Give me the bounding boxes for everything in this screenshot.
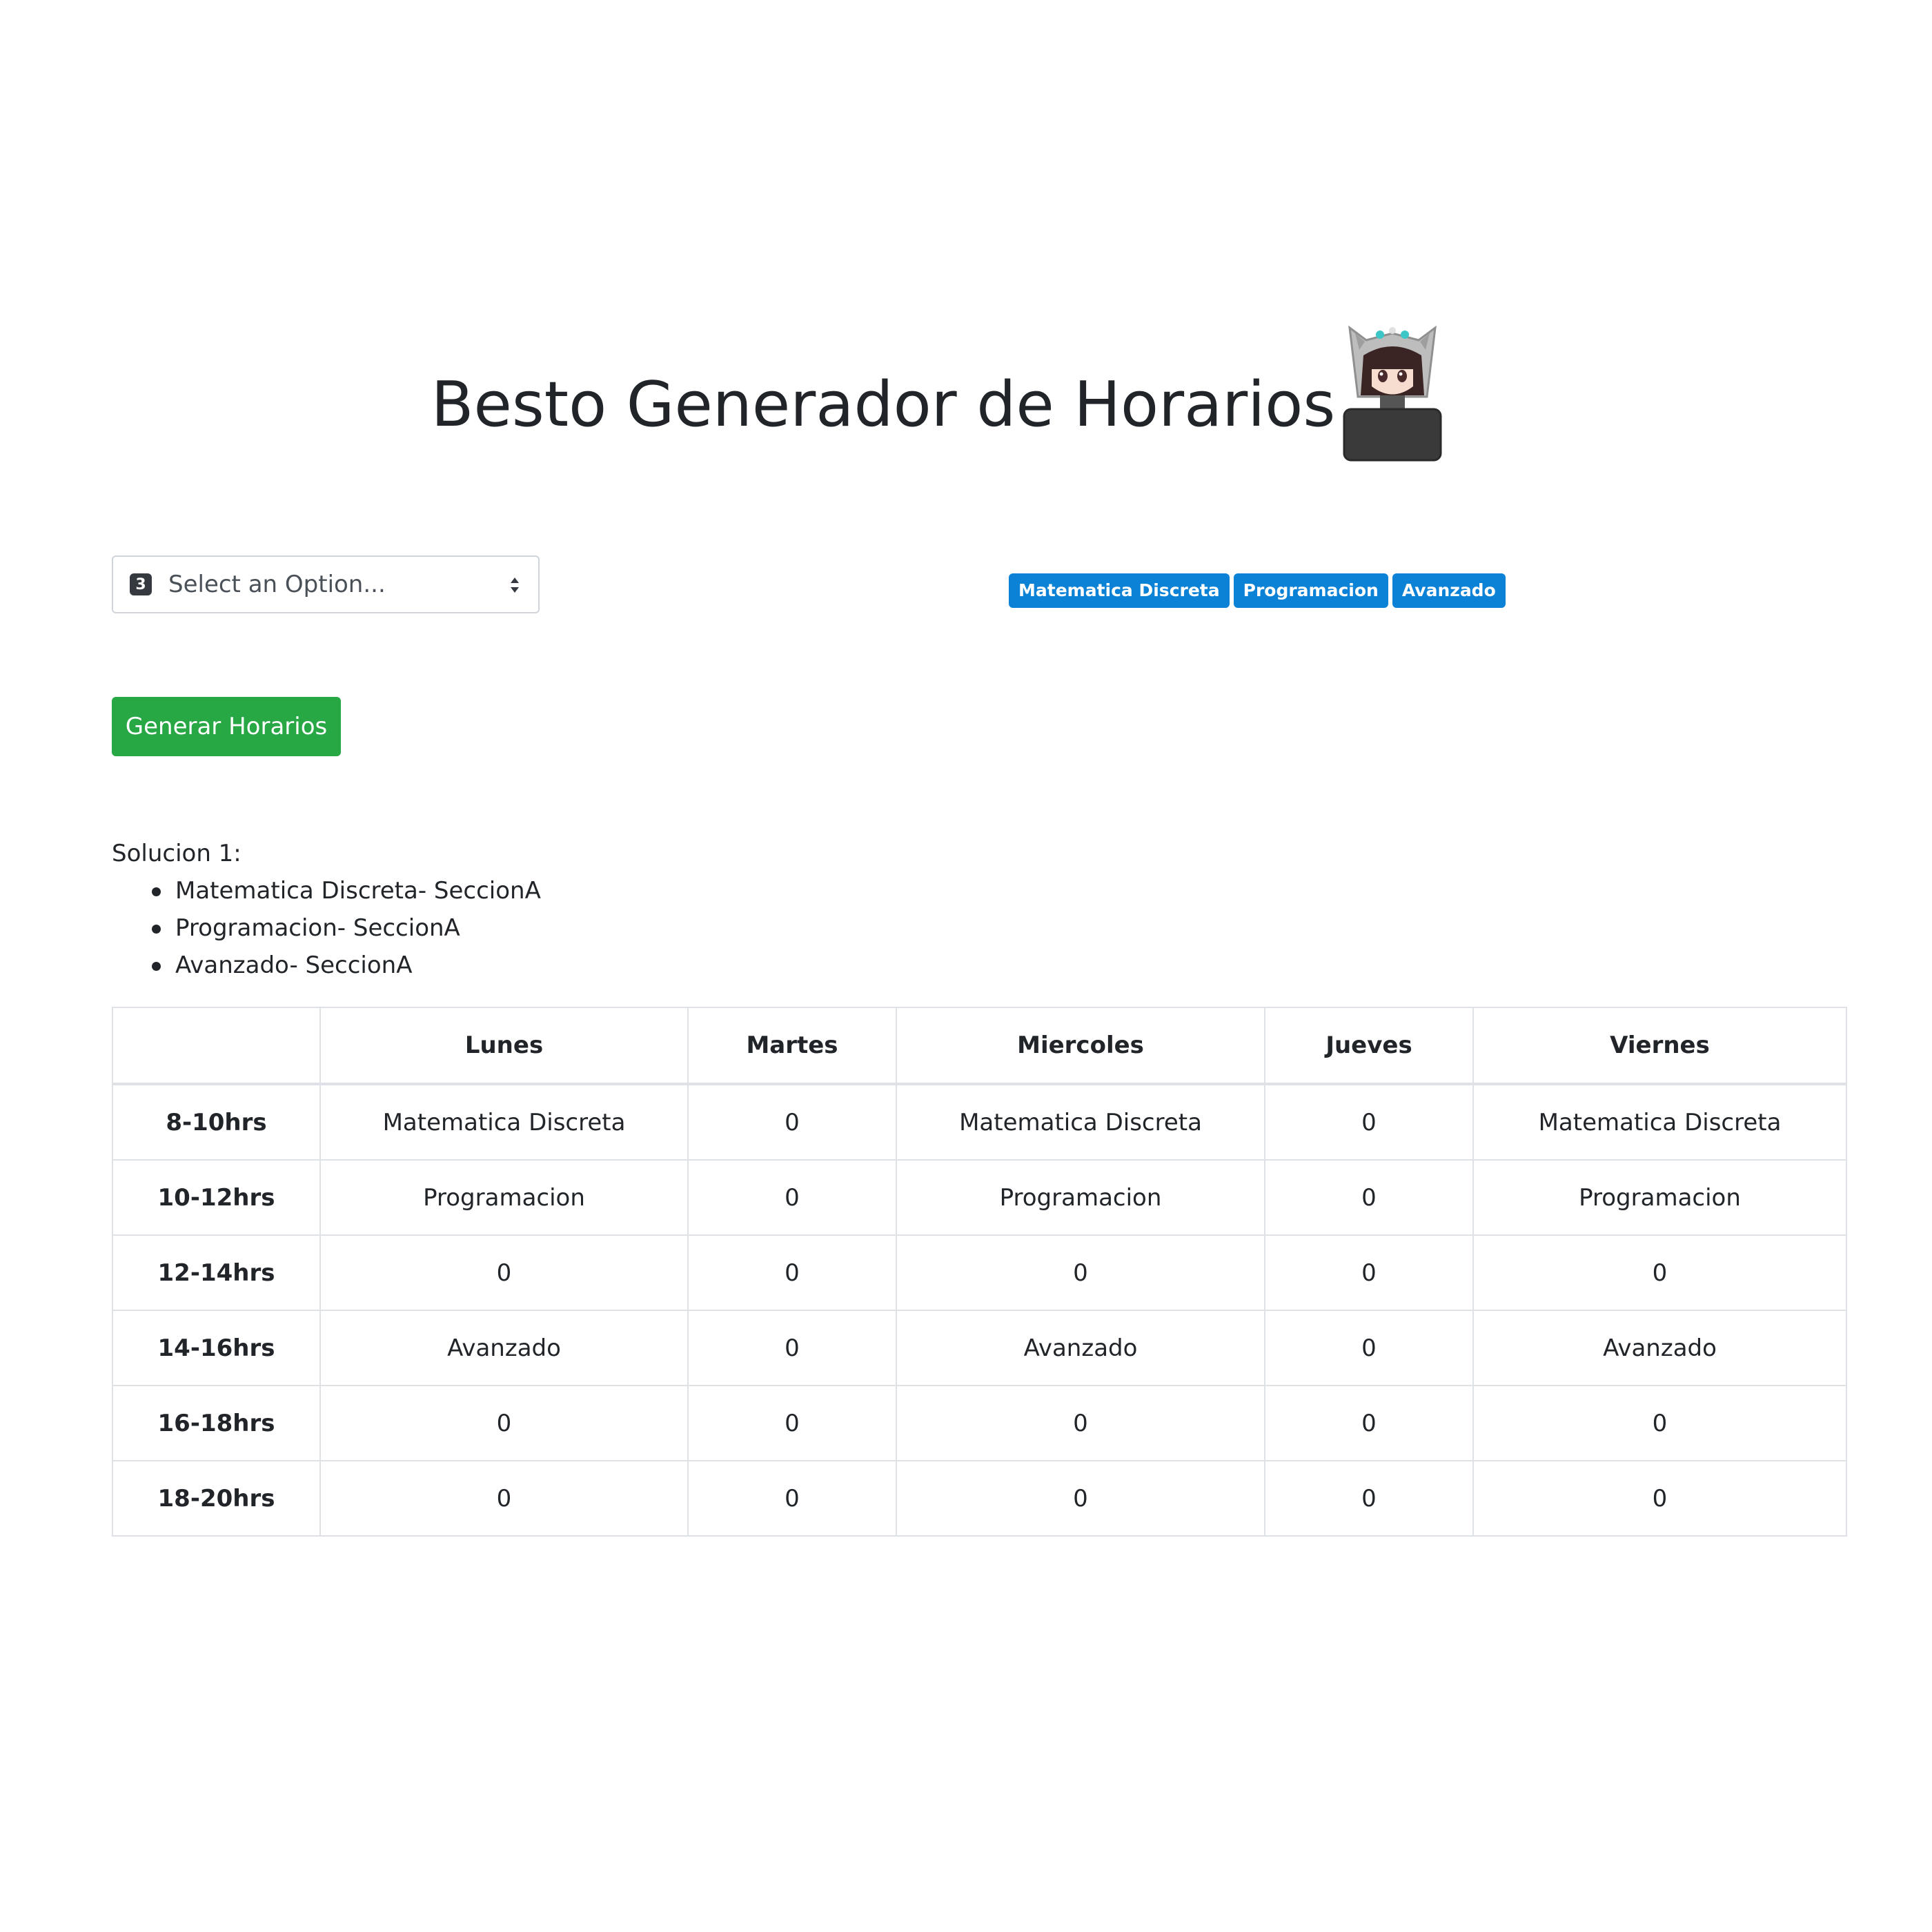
time-slot: 12-14hrs: [112, 1234, 321, 1311]
table-row: 18-20hrs 0 0 0 0 0: [112, 1460, 1847, 1537]
table-cell: 0: [687, 1310, 897, 1386]
selected-count-badge: 3: [130, 573, 152, 595]
solution-list: Matematica Discreta- SeccionA Programaci…: [112, 872, 541, 984]
course-select[interactable]: 3 Select an Option...: [112, 555, 540, 613]
table-cell: Avanzado: [896, 1310, 1265, 1386]
solution-item: Programacion- SeccionA: [152, 909, 541, 947]
table-cell: 0: [1264, 1083, 1474, 1161]
table-cell: 0: [687, 1083, 897, 1161]
table-cell: 0: [319, 1460, 689, 1537]
solution-item: Matematica Discreta- SeccionA: [152, 872, 541, 909]
table-row: 10-12hrs Programacion 0 Programacion 0 P…: [112, 1159, 1847, 1236]
table-cell: 0: [1264, 1159, 1474, 1236]
table-cell: Matematica Discreta: [896, 1083, 1265, 1161]
header-day: Viernes: [1472, 1007, 1847, 1085]
table-cell: 0: [1472, 1460, 1847, 1537]
table-cell: 0: [687, 1159, 897, 1236]
table-cell: 0: [687, 1234, 897, 1311]
table-cell: 0: [1472, 1385, 1847, 1461]
header-day: Miercoles: [896, 1007, 1265, 1085]
table-cell: 0: [1264, 1234, 1474, 1311]
table-cell: Programacion: [896, 1159, 1265, 1236]
table-cell: 0: [1264, 1310, 1474, 1386]
solution-heading: Solucion 1:: [112, 840, 241, 867]
table-cell: Avanzado: [319, 1310, 689, 1386]
tag-avanzado[interactable]: Avanzado: [1392, 573, 1506, 608]
time-slot: 14-16hrs: [112, 1310, 321, 1386]
tag-programacion[interactable]: Programacion: [1233, 573, 1388, 608]
hacker-girl-avatar-icon: [1343, 325, 1442, 462]
schedule-table: Lunes Martes Miercoles Jueves Viernes 8-…: [112, 1007, 1847, 1537]
page-title: Besto Generador de Horarios: [431, 368, 1336, 442]
table-cell: 0: [319, 1385, 689, 1461]
table-cell: 0: [687, 1460, 897, 1537]
header-corner: [112, 1007, 321, 1085]
table-cell: 0: [1264, 1385, 1474, 1461]
table-cell: 0: [1472, 1234, 1847, 1311]
time-slot: 8-10hrs: [112, 1083, 321, 1161]
table-cell: Programacion: [1472, 1159, 1847, 1236]
selected-tags: Matematica Discreta Programacion Avanzad…: [1009, 573, 1506, 608]
table-row: 8-10hrs Matematica Discreta 0 Matematica…: [112, 1083, 1847, 1161]
table-cell: 0: [896, 1385, 1265, 1461]
time-slot: 16-18hrs: [112, 1385, 321, 1461]
table-row: 14-16hrs Avanzado 0 Avanzado 0 Avanzado: [112, 1310, 1847, 1386]
table-cell: 0: [1264, 1460, 1474, 1537]
time-slot: 10-12hrs: [112, 1159, 321, 1236]
updown-arrows-icon: [511, 578, 519, 593]
tag-matematica-discreta[interactable]: Matematica Discreta: [1009, 573, 1230, 608]
time-slot: 18-20hrs: [112, 1460, 321, 1537]
table-cell: Matematica Discreta: [319, 1083, 689, 1161]
header-day: Jueves: [1264, 1007, 1474, 1085]
table-cell: 0: [319, 1234, 689, 1311]
table-cell: 0: [896, 1234, 1265, 1311]
table-row: 16-18hrs 0 0 0 0 0: [112, 1385, 1847, 1461]
table-header-row: Lunes Martes Miercoles Jueves Viernes: [112, 1007, 1847, 1085]
table-cell: Matematica Discreta: [1472, 1083, 1847, 1161]
solution-block: Solucion 1: Matematica Discreta- Seccion…: [112, 835, 541, 984]
generate-schedules-button[interactable]: Generar Horarios: [112, 697, 341, 756]
header-day: Lunes: [319, 1007, 689, 1085]
table-cell: 0: [687, 1385, 897, 1461]
table-cell: 0: [896, 1460, 1265, 1537]
solution-item: Avanzado- SeccionA: [152, 947, 541, 984]
table-cell: Programacion: [319, 1159, 689, 1236]
header-day: Martes: [687, 1007, 897, 1085]
table-cell: Avanzado: [1472, 1310, 1847, 1386]
table-row: 12-14hrs 0 0 0 0 0: [112, 1234, 1847, 1311]
select-placeholder: Select an Option...: [168, 571, 386, 598]
